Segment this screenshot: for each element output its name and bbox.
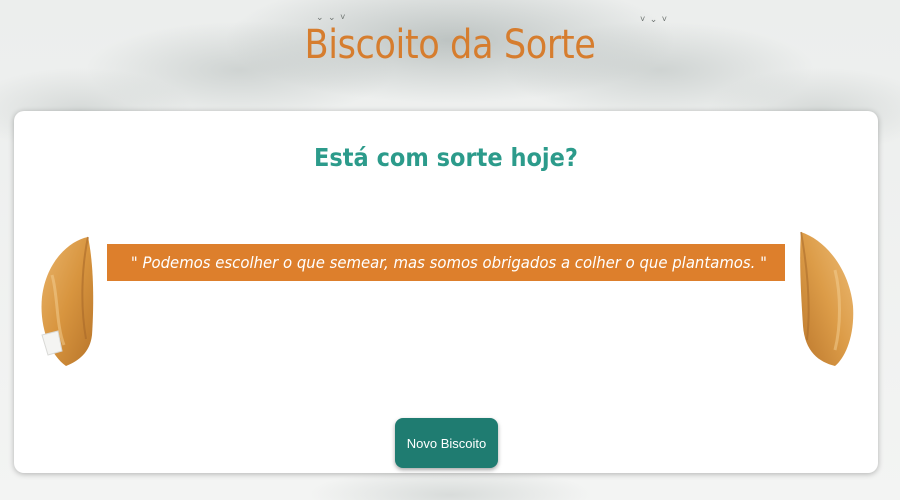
page-title: Biscoito da Sorte [304, 22, 596, 68]
fortune-cookie-half-image [795, 230, 857, 375]
fortune-message-text: " Podemos escolher o que semear, mas som… [130, 253, 767, 272]
new-cookie-button[interactable]: Novo Biscoito [395, 418, 498, 468]
fortune-message: " Podemos escolher o que semear, mas som… [107, 244, 785, 281]
card-heading: Está com sorte hoje? [314, 143, 578, 172]
fortune-cookie-image [38, 235, 96, 374]
fortune-card: Está com sorte hoje? " Podemos escolher … [14, 111, 878, 473]
